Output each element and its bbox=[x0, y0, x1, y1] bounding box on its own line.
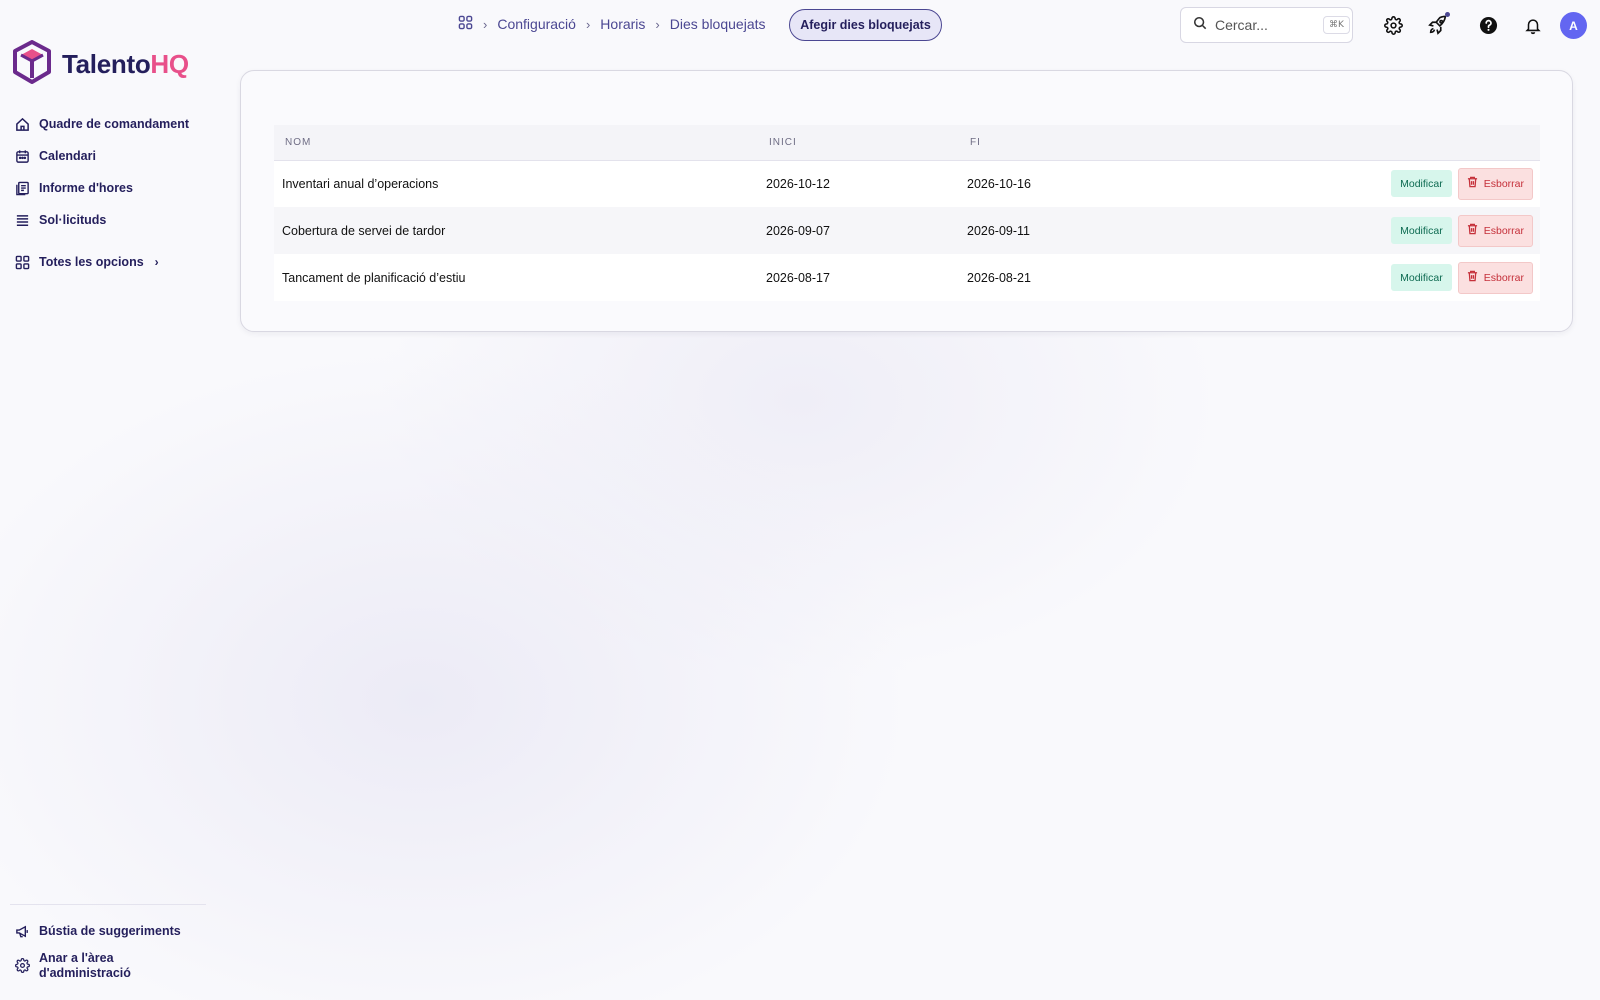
grid-icon bbox=[14, 254, 30, 270]
chevron-right-icon: › bbox=[483, 16, 488, 32]
sidebar-item-label: Anar a l'àrea d'administració bbox=[39, 951, 131, 980]
blocked-days-card: NOM INICI FI Inventari anual d’operacion… bbox=[240, 70, 1573, 332]
logo-text: TalentoHQ bbox=[62, 49, 189, 79]
bell-icon[interactable] bbox=[1521, 13, 1545, 37]
add-blocked-days-button[interactable]: Afegir dies bloquejats bbox=[789, 9, 942, 41]
trash-icon bbox=[1467, 176, 1478, 191]
sidebar: TalentoHQ Quadre de comandament Calendar… bbox=[0, 0, 218, 1000]
delete-button-label: Esborrar bbox=[1483, 224, 1524, 237]
list-icon bbox=[14, 212, 30, 228]
apps-grid-icon[interactable] bbox=[458, 15, 473, 33]
sidebar-item-label: Calendari bbox=[39, 149, 96, 163]
sidebar-item-label: Informe d'hores bbox=[39, 181, 133, 195]
delete-button[interactable]: Esborrar bbox=[1457, 261, 1533, 294]
edit-button[interactable]: Modificar bbox=[1391, 170, 1452, 198]
sidebar-item-admin-area[interactable]: Anar a l'àrea d'administració bbox=[10, 951, 206, 981]
sidebar-item-suggestions[interactable]: Bústia de suggeriments bbox=[10, 915, 206, 947]
row-name: Inventari anual d’operacions bbox=[282, 176, 439, 191]
sidebar-nav: Quadre de comandament Calendari Informe … bbox=[14, 108, 214, 278]
sidebar-footer: Bústia de suggeriments Anar a l'àrea d'a… bbox=[10, 904, 206, 981]
breadcrumb-configuration[interactable]: Configuració bbox=[497, 16, 576, 32]
sidebar-item-dashboard[interactable]: Quadre de comandament bbox=[14, 108, 214, 140]
table-row: Cobertura de servei de tardor 2026-09-07… bbox=[274, 207, 1540, 254]
sidebar-item-calendar[interactable]: Calendari bbox=[14, 140, 214, 172]
sidebar-item-all-options[interactable]: Totes les opcions › bbox=[14, 246, 214, 278]
sidebar-item-hours-report[interactable]: Informe d'hores bbox=[14, 172, 214, 204]
chevron-right-icon: › bbox=[154, 255, 159, 269]
sidebar-item-label: Bústia de suggeriments bbox=[39, 924, 181, 938]
user-avatar[interactable]: A bbox=[1560, 12, 1587, 39]
delete-button-label: Esborrar bbox=[1483, 271, 1524, 284]
sidebar-item-label: Quadre de comandament bbox=[39, 117, 190, 131]
trash-icon bbox=[1467, 223, 1478, 238]
edit-button[interactable]: Modificar bbox=[1391, 264, 1452, 291]
delete-button-label: Esborrar bbox=[1483, 177, 1524, 190]
sidebar-item-label: Sol·licituds bbox=[39, 213, 107, 227]
table-header-row: NOM INICI FI bbox=[274, 125, 1540, 160]
row-name: Tancament de planificació d’estiu bbox=[282, 270, 466, 285]
row-start-date: 2026-09-07 bbox=[766, 223, 830, 238]
calendar-icon bbox=[14, 148, 30, 164]
topbar: › Configuració › Horaris › Dies bloqueja… bbox=[0, 0, 1600, 50]
row-start-date: 2026-08-17 bbox=[766, 270, 830, 285]
delete-button[interactable]: Esborrar bbox=[1457, 167, 1533, 200]
table-row: Inventari anual d’operacions 2026-10-12 … bbox=[274, 160, 1540, 207]
column-header-actions bbox=[1159, 125, 1540, 160]
column-header-name[interactable]: NOM bbox=[274, 125, 758, 160]
rocket-icon[interactable] bbox=[1426, 12, 1450, 37]
row-start-date: 2026-10-12 bbox=[766, 176, 830, 191]
megaphone-icon bbox=[14, 923, 30, 939]
row-actions: Modificar Esborrar bbox=[1159, 160, 1540, 207]
home-icon bbox=[14, 116, 30, 132]
sidebar-item-label: Totes les opcions bbox=[39, 255, 144, 269]
row-end-date: 2026-09-11 bbox=[967, 223, 1031, 238]
column-header-end[interactable]: FI bbox=[959, 125, 1159, 160]
edit-button[interactable]: Modificar bbox=[1391, 217, 1452, 244]
row-name: Cobertura de servei de tardor bbox=[282, 223, 446, 238]
row-end-date: 2026-08-21 bbox=[967, 270, 1031, 285]
row-actions: Modificar Esborrar bbox=[1159, 254, 1540, 301]
row-actions: Modificar Esborrar bbox=[1159, 207, 1540, 254]
sidebar-item-requests[interactable]: Sol·licituds bbox=[14, 204, 214, 236]
search-input[interactable] bbox=[1215, 17, 1315, 33]
row-end-date: 2026-10-16 bbox=[967, 176, 1031, 191]
search-icon bbox=[1193, 16, 1207, 35]
breadcrumb-blocked-days[interactable]: Dies bloquejats bbox=[670, 16, 766, 32]
delete-button[interactable]: Esborrar bbox=[1457, 214, 1533, 247]
chevron-right-icon: › bbox=[655, 16, 660, 32]
breadcrumb-schedules[interactable]: Horaris bbox=[600, 16, 645, 32]
blocked-days-table: NOM INICI FI Inventari anual d’operacion… bbox=[274, 125, 1540, 301]
column-header-start[interactable]: INICI bbox=[758, 125, 959, 160]
table-row: Tancament de planificació d’estiu 2026-0… bbox=[274, 254, 1540, 301]
breadcrumb: › Configuració › Horaris › Dies bloqueja… bbox=[458, 12, 766, 36]
report-icon bbox=[14, 180, 30, 196]
chevron-right-icon: › bbox=[585, 16, 591, 32]
search-box[interactable]: ⌘K bbox=[1180, 7, 1353, 43]
gear-icon bbox=[14, 957, 30, 973]
settings-gear-icon[interactable] bbox=[1381, 13, 1405, 37]
notification-dot bbox=[1445, 12, 1450, 17]
help-icon[interactable] bbox=[1476, 13, 1500, 37]
trash-icon bbox=[1467, 270, 1478, 285]
search-shortcut-hint: ⌘K bbox=[1323, 16, 1350, 34]
